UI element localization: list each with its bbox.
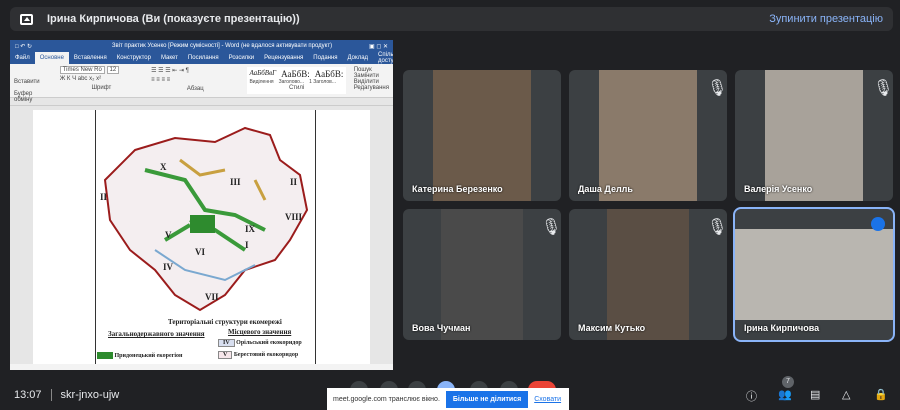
style-1[interactable]: АаБбВвГ (249, 69, 276, 79)
stop-presentation-button[interactable]: Зупинити презентацію (769, 13, 883, 25)
legend-national: Загальнодержавного значення (108, 330, 205, 338)
ruler (10, 98, 393, 106)
tab-mailings[interactable]: Розсилки (224, 55, 260, 61)
tab-design[interactable]: Конструктор (112, 55, 156, 61)
svg-text:IX: IX (245, 224, 256, 234)
tab-tell-me[interactable]: Доклад (343, 55, 374, 61)
presentation-banner: Ірина Кирпичова (Ви (показуєте презентац… (10, 7, 893, 31)
stop-sharing-button[interactable]: Більше не ділитися (445, 390, 529, 408)
participant-tile[interactable]: 🎙 Даша Делль (569, 70, 727, 201)
size-select[interactable]: 12 (106, 66, 120, 74)
tab-review[interactable]: Рецензування (259, 55, 308, 61)
svg-text:VI: VI (195, 247, 205, 257)
svg-text:VIII: VIII (285, 212, 303, 222)
legend-label: Орільський екокоридор (236, 340, 302, 346)
svg-text:V: V (165, 230, 172, 240)
group-styles: Стилі (288, 85, 305, 91)
ecological-network-map: X IIIIIVIII IXVVI IVIVIIII (100, 126, 309, 312)
svg-text:IV: IV (163, 262, 174, 272)
style-name: Виділення (249, 79, 274, 85)
word-title: Звіт практик Усенко [Режим сумісності] -… (111, 43, 333, 49)
participant-name: Катерина Березенко (412, 184, 503, 194)
document-page: X II III VIII IX V VI IV I VII II Територіальні… (33, 110, 370, 365)
sharing-notice: meet.google.com транслює вікно. Більше н… (327, 388, 569, 410)
mic-off-icon: 🎙 (707, 219, 727, 236)
legend-title: Територіальні структури екомережі (168, 318, 282, 326)
participant-tile[interactable]: 🎙 Валерія Усенко (735, 70, 893, 201)
shared-screen: □ ↶ ↻ Звіт практик Усенко [Режим суміснос… (10, 40, 393, 370)
clock: 13:07 (14, 389, 42, 401)
tab-file[interactable]: Файл (10, 55, 35, 61)
legend-label: Берестовий екокоридор (233, 352, 299, 358)
map-label: X (160, 162, 167, 172)
mic-off-icon: 🎙 (707, 80, 727, 97)
participant-name: Вова Чучман (412, 323, 471, 333)
group-clipboard: Буфер обміну (14, 91, 33, 103)
tab-references[interactable]: Посилання (183, 55, 224, 61)
paste-button[interactable]: Вставити (14, 79, 52, 85)
presenter-title: Ірина Кирпичова (Ви (показуєте презентац… (47, 13, 300, 25)
self-tile[interactable]: Ірина Кирпичова (733, 207, 895, 342)
tab-view[interactable]: Подання (308, 55, 342, 61)
word-ribbon: Вставити Буфер обміну Times New Ro 12 Ж К … (10, 64, 393, 103)
participant-name: Ірина Кирпичова (744, 323, 820, 333)
participant-tile[interactable]: Катерина Березенко (403, 70, 561, 201)
svg-text:II: II (290, 177, 298, 187)
group-paragraph: Абзац (186, 86, 204, 92)
font-select[interactable]: Times New Ro (59, 66, 105, 74)
style-name: 1 Заголов... (309, 79, 336, 85)
notice-text: meet.google.com транслює вікно. (333, 395, 440, 403)
share-button[interactable]: Спільний доступ (373, 52, 393, 64)
style-3[interactable]: АаБбВ: (315, 69, 344, 79)
participant-name: Максим Кутько (578, 323, 646, 333)
legend-code: IV (218, 339, 235, 347)
tab-home[interactable]: Основне (34, 52, 69, 64)
participant-name: Валерія Усенко (744, 184, 813, 194)
tab-layout[interactable]: Макет (156, 55, 183, 61)
word-titlebar: □ ↶ ↻ Звіт практик Усенко [Режим суміснос… (10, 40, 393, 52)
participant-tile[interactable]: 🎙 Максим Кутько (569, 209, 727, 340)
word-ribbon-tabs: Файл Основне Вставлення Конструктор Маке… (10, 52, 393, 64)
legend-label: Придонецький екорегіон (114, 352, 183, 359)
meeting-code: skr-jnxo-ujw (60, 389, 120, 401)
tab-insert[interactable]: Вставлення (69, 55, 112, 61)
info-icon[interactable]: ⓘ (746, 388, 760, 403)
chat-icon[interactable]: ▤ (810, 388, 824, 402)
style-2[interactable]: АаБбВ: (281, 69, 310, 79)
group-editing: Редагування (353, 85, 389, 91)
people-icon[interactable]: 👥 7 (778, 376, 794, 402)
activities-icon[interactable]: △ (842, 388, 856, 402)
word-statusbar (10, 364, 393, 370)
mic-off-icon: 🎙 (541, 219, 561, 236)
mic-off-icon: 🎙 (873, 80, 893, 97)
group-font: Шрифт (91, 85, 112, 91)
host-controls-icon[interactable]: 🔒 (874, 388, 888, 402)
legend-code: V (218, 351, 233, 359)
present-icon (20, 13, 33, 25)
hide-link[interactable]: Сховати (534, 396, 561, 403)
svg-text:III: III (230, 177, 241, 187)
participant-name: Даша Делль (578, 184, 633, 194)
svg-text:II: II (100, 192, 108, 202)
participant-tile[interactable]: 🎙 Вова Чучман (403, 209, 561, 340)
legend-local: Місцевого значення (228, 328, 292, 336)
svg-text:I: I (245, 240, 249, 250)
svg-text:VII: VII (205, 292, 219, 302)
people-count: 7 (782, 376, 794, 388)
speaking-icon (871, 217, 885, 231)
